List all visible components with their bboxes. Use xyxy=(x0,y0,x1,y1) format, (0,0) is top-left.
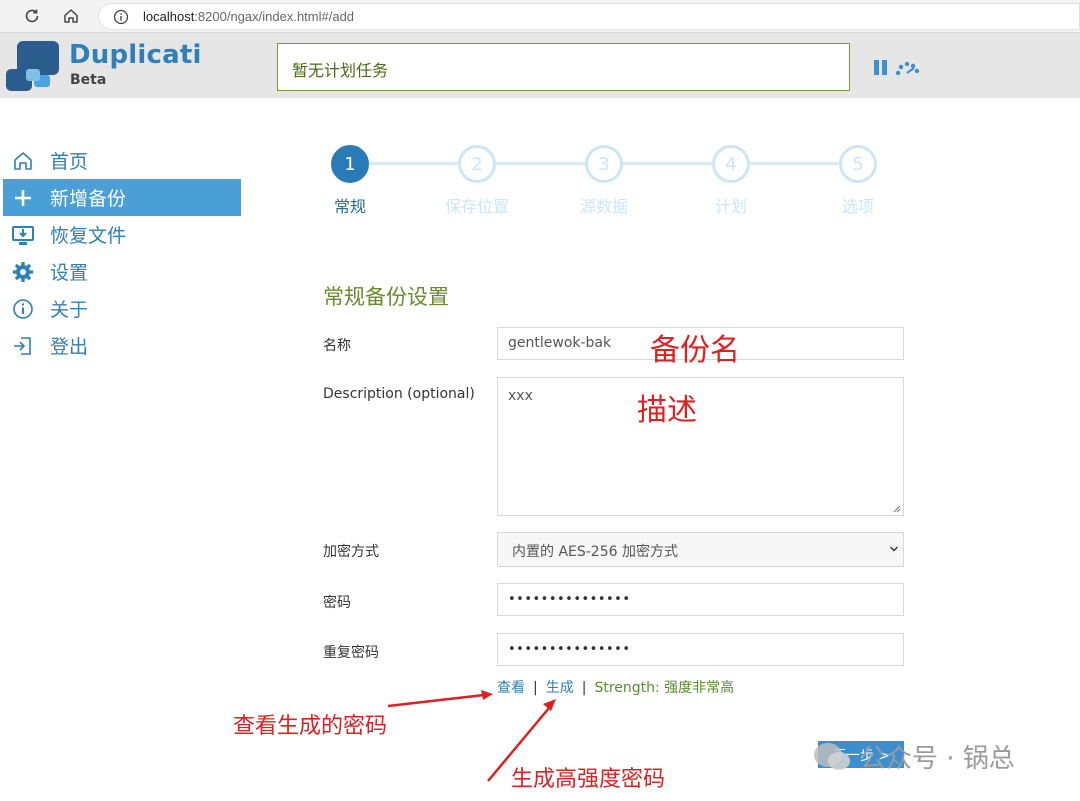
annotation-arrows xyxy=(387,690,556,782)
arrow-to-show-link xyxy=(387,690,493,708)
arrow-to-generate-link xyxy=(487,699,556,782)
